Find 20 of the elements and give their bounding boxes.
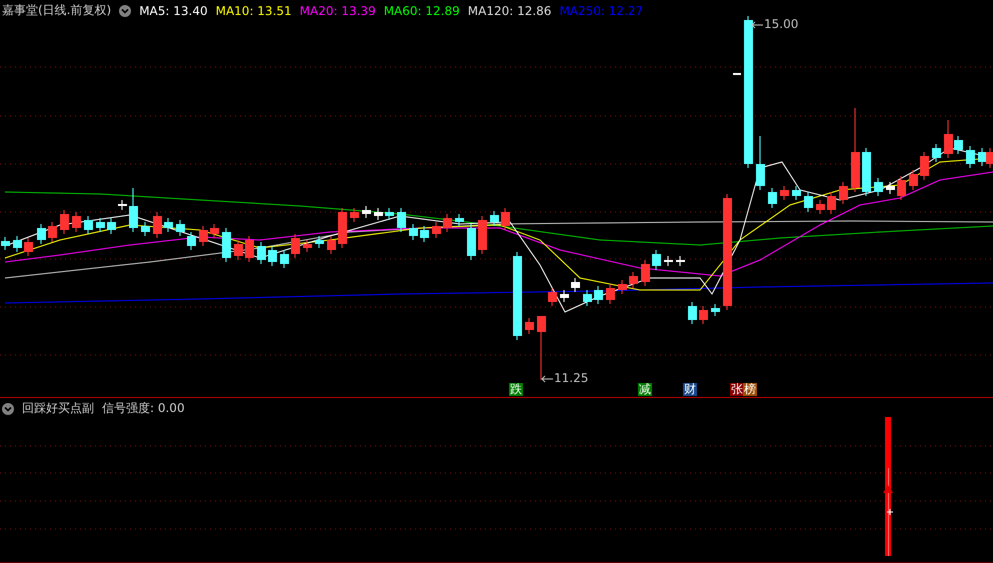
- indicator-reading: MA60: 12.89: [384, 4, 460, 18]
- price-label: 15.00: [764, 17, 798, 31]
- indicator-reading: MA20: 13.39: [300, 4, 376, 18]
- event-tag: 财: [683, 383, 697, 396]
- dropdown-icon[interactable]: [119, 4, 132, 16]
- event-tag: 榜: [743, 383, 757, 396]
- event-tag: 减: [638, 383, 652, 396]
- arrow-icon: [751, 21, 763, 29]
- arrow-icon: [541, 375, 553, 383]
- indicator-reading: MA120: 12.86: [468, 4, 552, 18]
- event-tag: 跌: [509, 383, 523, 396]
- indicator-title: 回踩好买点副: [22, 400, 94, 417]
- event-tag: 张: [730, 383, 744, 396]
- indicator-reading: MA5: 13.40: [139, 4, 208, 18]
- signal-reading: 信号强度: 0.00: [102, 400, 185, 417]
- indicator-reading: MA250: 12.27: [559, 4, 644, 18]
- dropdown-icon[interactable]: [2, 402, 14, 414]
- price-label: 11.25: [554, 371, 588, 385]
- indicator-reading: MA10: 13.51: [216, 4, 292, 18]
- chart-title: 嘉事堂(日线.前复权): [2, 2, 112, 19]
